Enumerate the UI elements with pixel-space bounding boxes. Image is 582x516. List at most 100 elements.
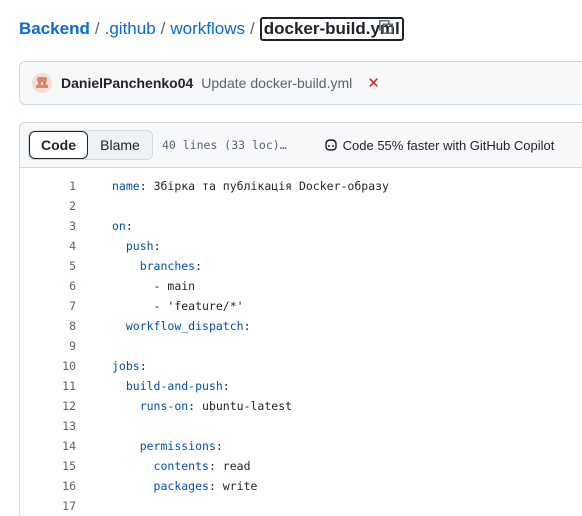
file-line-count: 40 lines (33 loc)… [162, 138, 287, 152]
breadcrumb-workflows-link[interactable]: workflows [170, 19, 245, 39]
code-line: 12 runs-on: ubuntu-latest [20, 396, 582, 416]
line-number[interactable]: 14 [20, 439, 76, 453]
yaml-key: packages [153, 479, 209, 493]
line-content: packages: write [112, 479, 258, 493]
code-line: 17 [20, 496, 582, 516]
yaml-separator: : [139, 179, 147, 193]
yaml-separator: : [125, 219, 133, 233]
code-line: 2 [20, 196, 582, 216]
code-line: 10 jobs: [20, 356, 582, 376]
code-line: 8 workflow_dispatch: [20, 316, 582, 336]
latest-commit-bar: DanielPanchenko04 Update docker-build.ym… [19, 61, 582, 105]
code-line: 5 branches: [20, 256, 582, 276]
commit-author[interactable]: DanielPanchenko04 [61, 75, 193, 91]
line-number[interactable]: 12 [20, 399, 76, 413]
avatar[interactable] [32, 73, 52, 93]
line-number[interactable]: 7 [20, 299, 76, 313]
yaml-value: ubuntu-latest [195, 399, 293, 413]
yaml-key: contents [153, 459, 209, 473]
line-number[interactable]: 3 [20, 219, 76, 233]
tab-code[interactable]: Code [29, 131, 88, 159]
code-line: 11 build-and-push: [20, 376, 582, 396]
copy-icon [379, 20, 393, 34]
line-content: name: Збірка та публікація Docker-образу [112, 179, 389, 193]
code-line: 9 [20, 336, 582, 356]
commit-message[interactable]: Update docker-build.yml [201, 75, 352, 91]
yaml-key: build-and-push [125, 379, 223, 393]
yaml-separator: : [222, 379, 230, 393]
yaml-separator: : [139, 359, 147, 373]
yaml-value: read [215, 459, 251, 473]
file-header: Code Blame 40 lines (33 loc)… Code 55% f… [19, 122, 582, 168]
line-number[interactable]: 10 [20, 359, 76, 373]
yaml-value: write [215, 479, 258, 493]
code-line: 1 name: Збірка та публікація Docker-образ… [20, 176, 582, 196]
line-number[interactable]: 1 [20, 179, 76, 193]
yaml-key: branches [139, 259, 196, 273]
breadcrumb-separator: / [250, 19, 255, 38]
breadcrumb-github-link[interactable]: .github [105, 19, 156, 39]
yaml-separator: : [208, 459, 216, 473]
line-content: permissions: [112, 439, 223, 453]
breadcrumb: Backend / .github / workflows / docker-b… [19, 16, 404, 42]
yaml-key: runs-on [139, 399, 189, 413]
line-number[interactable]: 5 [20, 259, 76, 273]
line-content: - main [112, 279, 196, 293]
breadcrumb-repo-link[interactable]: Backend [19, 19, 90, 39]
yaml-key: push [125, 239, 154, 253]
line-number[interactable]: 13 [20, 419, 76, 433]
copilot-promo-link[interactable]: Code 55% faster with GitHub Copilot [323, 137, 555, 153]
line-number[interactable]: 9 [20, 339, 76, 353]
breadcrumb-separator: / [94, 19, 100, 38]
line-number[interactable]: 17 [20, 499, 76, 513]
yaml-value: - main [153, 279, 196, 293]
line-number[interactable]: 16 [20, 479, 76, 493]
yaml-key: on [112, 219, 126, 233]
line-content: runs-on: ubuntu-latest [112, 399, 292, 413]
line-number[interactable]: 2 [20, 199, 76, 213]
line-number[interactable]: 11 [20, 379, 76, 393]
yaml-separator: : [243, 319, 251, 333]
line-number[interactable]: 15 [20, 459, 76, 473]
x-icon[interactable]: ✕ [367, 74, 380, 92]
code-line: 7 - 'feature/*' [20, 296, 582, 316]
line-number[interactable]: 8 [20, 319, 76, 333]
line-content: workflow_dispatch: [112, 319, 251, 333]
copy-path-button[interactable] [377, 18, 397, 38]
yaml-separator: : [208, 479, 216, 493]
tab-blame[interactable]: Blame [88, 131, 152, 159]
line-content: branches: [112, 259, 202, 273]
yaml-key: workflow_dispatch [125, 319, 244, 333]
code-line: 4 push: [20, 236, 582, 256]
line-content: - 'feature/*' [112, 299, 244, 313]
yaml-value: Збірка та публікація Docker-образу [146, 179, 389, 193]
line-content: contents: read [112, 459, 251, 473]
yaml-separator: : [195, 259, 203, 273]
code-line: 14 permissions: [20, 436, 582, 456]
copilot-promo-label: Code 55% faster with GitHub Copilot [342, 137, 555, 153]
code-line: 16 packages: write [20, 476, 582, 496]
yaml-value: - 'feature/*' [153, 299, 244, 313]
breadcrumb-separator: / [160, 19, 166, 38]
code-view[interactable]: 1 name: Збірка та публікація Docker-образ… [19, 168, 582, 516]
code-line: 13 [20, 416, 582, 436]
line-content: push: [112, 239, 161, 253]
yaml-separator: : [215, 439, 223, 453]
yaml-key: name [112, 179, 140, 193]
line-number[interactable]: 6 [20, 279, 76, 293]
line-number[interactable]: 4 [20, 239, 76, 253]
code-line: 15 contents: read [20, 456, 582, 476]
code-line: 3 on: [20, 216, 582, 236]
code-line: 6 - main [20, 276, 582, 296]
view-toggle: Code Blame [28, 130, 153, 160]
